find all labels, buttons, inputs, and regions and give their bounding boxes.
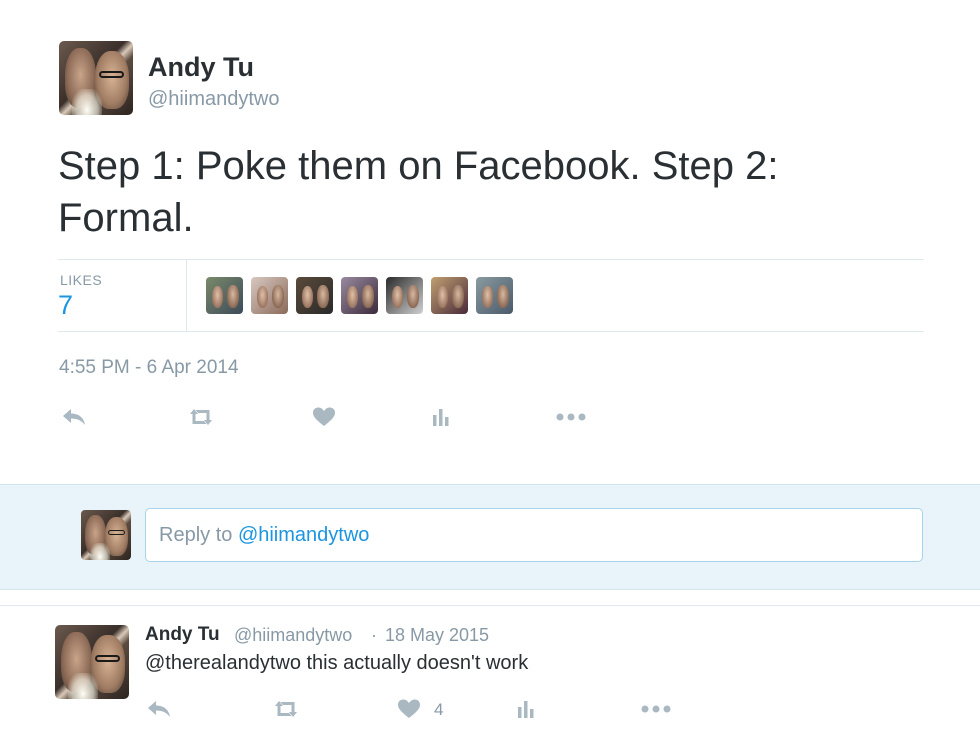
author-name[interactable]: Andy Tu [148,52,254,83]
current-user-avatar [81,510,131,560]
liker-face [256,286,269,309]
analytics-icon[interactable] [515,697,539,721]
liker-face [211,286,224,309]
liker-avatar-7[interactable] [476,277,513,314]
reply-text: @therealandytwo this actually doesn't wo… [145,652,529,674]
liker-avatar-6[interactable] [431,277,468,314]
reply-input[interactable]: Reply to @hiimandytwo [145,508,923,562]
reply-author-handle[interactable]: @hiimandytwo [234,625,352,646]
reply-icon[interactable] [145,697,173,721]
more-icon[interactable] [555,405,587,429]
liker-face [436,286,449,309]
liker-face [346,286,359,309]
liker-avatar-3[interactable] [296,277,333,314]
heart-icon[interactable] [311,405,337,429]
liker-avatar-1[interactable] [206,277,243,314]
author-handle[interactable]: @hiimandytwo [148,88,279,111]
more-icon[interactable] [640,697,672,721]
liker-face [496,285,509,309]
retweet-icon[interactable] [270,697,302,721]
liker-avatar-5[interactable] [386,277,423,314]
avatar-glare [68,673,98,699]
liker-face [301,286,314,309]
divider-top [58,259,924,260]
avatar-glare [72,89,102,115]
likes-count[interactable]: 7 [58,290,73,321]
retweet-icon[interactable] [185,405,217,429]
reply-placeholder-prefix: Reply to [159,524,238,546]
reply-date[interactable]: 18 May 2015 [385,625,489,646]
avatar-glare [90,542,110,560]
analytics-icon[interactable] [430,405,454,429]
likes-label: LIKES [60,272,103,288]
liker-avatar-4[interactable] [341,277,378,314]
liker-face [316,285,329,309]
reply-like-count: 4 [434,700,444,719]
reply-icon[interactable] [60,405,88,429]
liker-face [391,286,404,309]
author-avatar[interactable] [59,41,133,115]
reply-thread-divider [0,605,980,606]
reply-author-avatar[interactable] [55,625,129,699]
liker-avatar-2[interactable] [251,277,288,314]
liker-face [481,286,494,309]
liker-face [451,285,464,309]
reply-placeholder-mention: @hiimandytwo [237,524,370,546]
avatar-glasses [108,530,125,535]
tweet-timestamp[interactable]: 4:55 PM - 6 Apr 2014 [59,357,239,379]
liker-face [406,285,419,309]
tweet-text: Step 1: Poke them on Facebook. Step 2: F… [58,144,779,240]
liker-face [271,285,284,309]
reply-separator: · [371,625,377,645]
divider-vertical [186,260,187,331]
avatar-glasses [94,654,121,662]
liker-face [361,285,374,309]
heart-icon[interactable] [396,697,422,721]
avatar-glasses [98,70,125,78]
reply-author-name[interactable]: Andy Tu [145,624,220,646]
liker-face [226,285,239,309]
divider-bottom [58,331,924,332]
